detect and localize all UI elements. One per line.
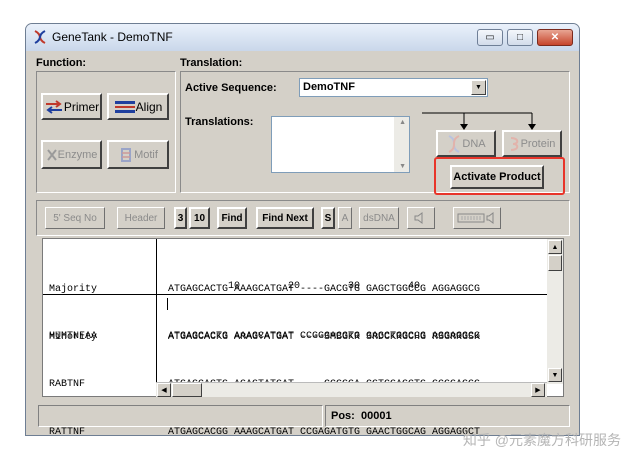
header-label: Header <box>124 212 158 224</box>
name-column-divider <box>156 239 157 384</box>
motif-icon <box>121 147 132 162</box>
seqno-button[interactable]: 5' Seq No <box>45 207 105 229</box>
close-button[interactable]: ✕ <box>537 29 573 46</box>
scroll-down-icon[interactable]: ▼ <box>548 368 562 382</box>
find-label: Find <box>221 212 243 224</box>
vertical-scroll-thumb[interactable] <box>548 255 562 271</box>
three-button[interactable]: 3 <box>174 207 187 229</box>
majority-name: Majority <box>49 284 98 295</box>
horizontal-scroll-thumb[interactable] <box>172 383 202 397</box>
header-button[interactable]: Header <box>117 207 165 229</box>
close-icon: ✕ <box>550 32 560 43</box>
flow-arrows <box>422 112 536 130</box>
watermark-text: 知乎 @元素魔方科研服务 <box>462 432 621 448</box>
sequence-name: RABTNF <box>49 379 86 390</box>
motif-label: Motif <box>134 148 158 161</box>
ten-button[interactable]: 10 <box>189 207 210 229</box>
translations-list[interactable]: ▲ ▼ <box>271 116 410 173</box>
find-button[interactable]: Find <box>217 207 247 229</box>
scroll-up-icon[interactable]: ▲ <box>548 240 562 254</box>
horizontal-scrollbar[interactable]: ◀ ▶ <box>156 382 547 397</box>
vertical-scrollbar[interactable]: ▲ ▼ <box>547 239 563 384</box>
window-title: GeneTank - DemoTNF <box>52 30 173 44</box>
sequence-row[interactable]: ATGAGCACTG AAAGCATGAT CCGGGACGTG GAGCTGG… <box>168 329 480 345</box>
keyboard-speaker-button[interactable] <box>453 207 501 229</box>
align-label: Align <box>135 99 163 114</box>
title-bar: GeneTank - DemoTNF ▭ □ ✕ <box>26 24 579 51</box>
position-label: Pos: <box>331 410 355 422</box>
primer-label: Primer <box>63 99 100 114</box>
align-button[interactable]: Align <box>107 93 169 120</box>
active-sequence-value: DemoTNF <box>303 81 355 93</box>
protein-label: Protein <box>520 137 556 150</box>
dsdna-label: dsDNA <box>363 212 395 224</box>
dna-label: DNA <box>462 137 486 150</box>
dsdna-button[interactable]: dsDNA <box>359 207 399 229</box>
translations-label: Translations: <box>185 116 254 128</box>
motif-button[interactable]: Motif <box>107 140 169 169</box>
app-dna-icon <box>34 30 46 44</box>
enzyme-label: Enzyme <box>57 148 98 161</box>
position-ruler: 10 20 30 40 <box>168 281 421 292</box>
highlight-box <box>434 157 565 195</box>
sequence-name: HUMTNFAA <box>49 331 98 342</box>
scroll-down-icon[interactable]: ▼ <box>399 163 406 170</box>
scroll-up-icon[interactable]: ▲ <box>399 119 406 126</box>
align-bars-icon <box>114 100 135 113</box>
three-label: 3 <box>177 212 184 224</box>
seqno-label: 5' Seq No <box>53 212 97 224</box>
speaker-button[interactable] <box>407 207 435 229</box>
keyboard-icon <box>457 212 494 224</box>
position-value: 00001 <box>361 410 392 422</box>
active-sequence-label: Active Sequence: <box>185 82 277 94</box>
dna-button[interactable]: DNA <box>436 130 496 157</box>
s-toggle-button[interactable]: S <box>321 207 335 229</box>
status-right: Pos: 00001 <box>325 405 570 427</box>
function-panel <box>36 71 176 193</box>
enzyme-button[interactable]: Enzyme <box>41 140 102 169</box>
scroll-right-icon[interactable]: ▶ <box>531 383 545 397</box>
maximize-icon: □ <box>516 32 524 43</box>
s-toggle-label: S <box>324 212 332 224</box>
primer-button[interactable]: Primer <box>41 93 102 120</box>
minimize-icon: ▭ <box>485 32 495 43</box>
speaker-icon <box>414 212 423 224</box>
status-left <box>38 405 323 427</box>
protein-button[interactable]: Protein <box>502 130 562 157</box>
text-cursor <box>167 298 168 310</box>
chevron-down-icon[interactable]: ▼ <box>471 80 486 95</box>
dna-icon <box>448 134 460 153</box>
alignment-view: Majority Minority ATGAGCACTG AAAGCATGAT … <box>42 238 564 435</box>
a-toggle-button[interactable]: A <box>338 207 352 229</box>
main-window: GeneTank - DemoTNF ▭ □ ✕ Function: Prime… <box>25 23 580 436</box>
minimize-button[interactable]: ▭ <box>477 29 503 46</box>
a-toggle-label: A <box>341 212 349 224</box>
scroll-left-icon[interactable]: ◀ <box>157 383 171 397</box>
find-next-button[interactable]: Find Next <box>256 207 314 229</box>
active-sequence-select[interactable]: DemoTNF ▼ <box>299 78 488 97</box>
enzyme-icon <box>46 148 57 161</box>
ten-label: 10 <box>193 212 206 224</box>
maximize-button[interactable]: □ <box>507 29 533 46</box>
function-label: Function: <box>36 57 87 69</box>
translation-label: Translation: <box>180 57 243 69</box>
protein-icon <box>510 136 518 151</box>
primer-arrows-icon <box>45 99 62 114</box>
find-next-label: Find Next <box>262 212 308 224</box>
